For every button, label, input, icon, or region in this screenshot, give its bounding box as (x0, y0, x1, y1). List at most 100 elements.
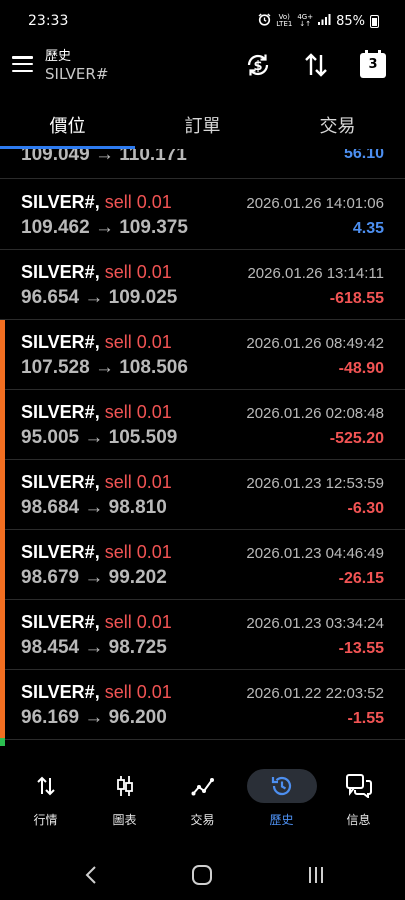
nav-label: 信息 (346, 813, 371, 827)
row-marker (0, 460, 5, 530)
trade-datetime: 2026.01.26 14:01:06 (246, 195, 384, 212)
nav-label: 行情 (33, 813, 58, 827)
nav-label: 歷史 (269, 813, 294, 827)
menu-icon[interactable] (12, 56, 33, 72)
symbol-text: SILVER#, (21, 402, 100, 422)
row-marker-green (0, 738, 5, 746)
tab-orders[interactable]: 訂單 (135, 112, 270, 138)
tab-deals[interactable]: 交易 (270, 112, 405, 138)
trade-prices: 96.654 → 109.025 (21, 287, 178, 308)
nav-trade[interactable]: 交易 (162, 755, 243, 835)
trade-profit: -6.30 (347, 500, 384, 517)
nav-history[interactable]: 歷史 (241, 755, 322, 835)
symbol-text: SILVER#, (21, 542, 100, 562)
trade-profit: -26.15 (338, 570, 384, 587)
trade-prices: 107.528 → 108.506 (21, 357, 188, 378)
trade-side: sell 0.01 (104, 262, 172, 282)
battery-percent: 85% (336, 13, 365, 29)
trade-prices: 98.679 → 99.202 (21, 567, 167, 588)
nav-label: 圖表 (112, 813, 137, 827)
status-time: 23:33 (28, 13, 69, 29)
trade-datetime: 2026.01.23 03:34:24 (246, 615, 384, 632)
trade-symbol: SILVER#, sell 0.01 (21, 682, 172, 703)
symbol-text: SILVER#, (21, 682, 100, 702)
trade-profit: 4.35 (352, 220, 384, 237)
page-title: 歷史 (45, 49, 72, 64)
trade-profit: -1.55 (347, 710, 384, 727)
trade-datetime: 2026.01.23 12:53:59 (246, 475, 384, 492)
row-marker (0, 390, 5, 460)
list-item[interactable]: SILVER#, sell 0.01 2026.01.23 12:53:59 9… (0, 460, 405, 530)
network-arrows-text: ↓↑ (299, 20, 312, 28)
trade-side: sell 0.01 (104, 472, 172, 492)
trade-prices: 96.169 → 96.200 (21, 707, 167, 728)
trade-prices: 98.454 → 98.725 (21, 637, 167, 658)
home-icon[interactable] (190, 864, 214, 886)
trade-symbol: SILVER#, sell 0.01 (21, 332, 172, 353)
symbol-text: SILVER#, (21, 262, 100, 282)
symbol-subtitle: SILVER# (45, 65, 109, 83)
chat-bubbles-icon (324, 769, 394, 803)
trade-profit: -618.55 (329, 290, 384, 307)
tab-bar: 價位 訂單 交易 (0, 100, 405, 149)
trade-prices: 95.005 → 105.509 (21, 427, 178, 448)
trade-profit: -13.55 (338, 640, 384, 657)
symbol-text: SILVER#, (21, 332, 100, 352)
sort-icon[interactable] (301, 50, 331, 80)
tab-positions[interactable]: 價位 (0, 112, 135, 138)
nav-chart[interactable]: 圖表 (84, 755, 165, 835)
trade-datetime: 2026.01.22 22:03:52 (246, 685, 384, 702)
trade-prices: 109.462 → 109.375 (21, 217, 188, 238)
sort-arrows-icon (11, 769, 81, 803)
alarm-icon (258, 12, 271, 30)
list-item[interactable]: SILVER#, sell 0.01 2026.01.23 03:34:24 9… (0, 600, 405, 670)
row-marker (0, 320, 5, 390)
nav-messages[interactable]: 信息 (318, 755, 399, 835)
currency-exchange-icon[interactable]: $ (243, 50, 273, 80)
trade-side: sell 0.01 (104, 192, 172, 212)
symbol-text: SILVER#, (21, 472, 100, 492)
list-item[interactable]: SILVER#, sell 0.01 2026.01.22 22:03:52 9… (0, 670, 405, 740)
status-icons: Vo) LTE1 4G+ ↓↑ 85% (258, 12, 379, 30)
list-item[interactable]: SILVER#, sell 0.01 2026.01.26 02:08:48 9… (0, 390, 405, 460)
bottom-nav: 行情 圖表 交易 歷史 信息 (0, 755, 405, 835)
list-item[interactable]: SILVER#, sell 0.01 2026.01.26 13:14:11 9… (0, 250, 405, 320)
recent-apps-icon[interactable] (304, 864, 328, 886)
row-marker (0, 600, 5, 670)
battery-icon (370, 14, 379, 28)
trade-profit: 56.10 (343, 149, 384, 162)
row-marker (0, 530, 5, 600)
trade-symbol: SILVER#, sell 0.01 (21, 402, 172, 423)
history-list[interactable]: 109.049 → 110.171 56.10 SILVER#, sell 0.… (0, 149, 405, 741)
list-item[interactable]: SILVER#, sell 0.01 2026.01.26 14:01:06 1… (0, 180, 405, 250)
trade-prices: 98.684 → 98.810 (21, 497, 167, 518)
symbol-text: SILVER#, (21, 612, 100, 632)
trade-side: sell 0.01 (104, 542, 172, 562)
calendar-day: 3 (368, 57, 378, 72)
row-marker (0, 670, 5, 740)
calendar-icon[interactable]: 3 (360, 50, 386, 80)
trade-datetime: 2026.01.23 04:46:49 (246, 545, 384, 562)
list-item[interactable]: 109.049 → 110.171 56.10 (0, 149, 405, 179)
back-icon[interactable] (79, 864, 103, 886)
list-item[interactable]: SILVER#, sell 0.01 2026.01.26 08:49:42 1… (0, 320, 405, 390)
trade-side: sell 0.01 (104, 332, 172, 352)
volte-bottom-text: LTE1 (276, 20, 293, 28)
symbol-text: SILVER#, (21, 192, 100, 212)
app-header: 歷史 SILVER# $ 3 (0, 42, 405, 90)
trade-side: sell 0.01 (104, 682, 172, 702)
network-indicator: 4G+ ↓↑ (297, 14, 313, 28)
status-bar: 23:33 Vo) LTE1 4G+ ↓↑ 85% (0, 0, 405, 42)
trade-symbol: SILVER#, sell 0.01 (21, 192, 172, 213)
svg-text:$: $ (253, 59, 262, 74)
trade-side: sell 0.01 (104, 612, 172, 632)
trade-profit: -525.20 (329, 430, 384, 447)
trade-symbol: SILVER#, sell 0.01 (21, 612, 172, 633)
history-icon (246, 769, 317, 803)
list-item[interactable]: SILVER#, sell 0.01 2026.01.23 04:46:49 9… (0, 530, 405, 600)
trade-datetime: 2026.01.26 08:49:42 (246, 335, 384, 352)
nav-label: 交易 (190, 813, 215, 827)
trade-symbol: SILVER#, sell 0.01 (21, 262, 172, 283)
trend-line-icon (168, 769, 238, 803)
nav-quotes[interactable]: 行情 (5, 755, 86, 835)
